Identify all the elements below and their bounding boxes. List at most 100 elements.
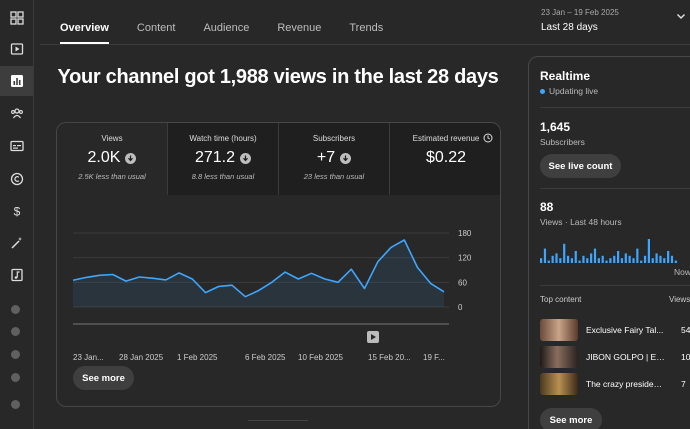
community-icon[interactable] <box>0 98 33 128</box>
nav-dot[interactable] <box>11 400 20 409</box>
see-live-count-button[interactable]: See live count <box>540 154 621 178</box>
tab-overview[interactable]: Overview <box>60 0 109 44</box>
video-title: JIBON GOLPO | Ep... <box>586 352 666 362</box>
realtime-bar <box>655 253 658 263</box>
clock-icon[interactable] <box>483 133 493 143</box>
realtime-bar <box>674 260 677 263</box>
see-more-button[interactable]: See more <box>73 366 134 390</box>
video-views: 54 <box>681 325 690 335</box>
analytics-icon[interactable] <box>0 66 33 96</box>
video-thumbnail[interactable] <box>540 373 578 395</box>
metric-value: 2.0K <box>87 149 121 166</box>
customization-icon[interactable] <box>0 228 33 258</box>
metric-label: Subscribers <box>312 134 356 143</box>
content-icon[interactable] <box>0 34 33 64</box>
realtime-bar <box>555 253 558 263</box>
nav-dot[interactable] <box>11 350 20 359</box>
subtitles-icon[interactable] <box>0 131 33 161</box>
tab-bar: Overview Content Audience Revenue Trends <box>60 0 411 44</box>
tab-divider <box>40 44 690 45</box>
dashboard-icon[interactable] <box>0 3 33 33</box>
nav-dot[interactable] <box>11 373 20 382</box>
tab-trends[interactable]: Trends <box>349 0 383 44</box>
y-tick-label: 60 <box>458 278 467 287</box>
realtime-bar <box>566 255 570 263</box>
video-thumbnail[interactable] <box>540 319 578 341</box>
metric-revenue[interactable]: Estimated revenue $0.22 <box>390 123 500 195</box>
realtime-bar <box>663 258 666 263</box>
scroll-indicator <box>248 420 308 424</box>
metric-comparison: 23 less than usual <box>303 172 365 181</box>
now-label: Now <box>674 267 690 277</box>
divider <box>540 188 690 189</box>
video-thumbnail[interactable] <box>540 346 578 368</box>
arrow-down-icon <box>125 152 137 164</box>
realtime-bar <box>593 248 597 263</box>
realtime-status: Updating live <box>540 86 598 96</box>
views-48h-label: Views · Last 48 hours <box>540 217 622 227</box>
metric-tabs: Views 2.0K 2.5K less than usual Watch ti… <box>57 123 500 195</box>
realtime-bar <box>628 255 631 263</box>
y-tick-label: 0 <box>458 303 463 312</box>
subscriber-count: 1,645 <box>540 120 571 134</box>
earn-icon[interactable]: $ <box>0 196 33 226</box>
realtime-bar <box>543 248 547 263</box>
realtime-bar <box>647 239 650 263</box>
realtime-bar <box>578 260 581 263</box>
realtime-bar <box>632 258 635 263</box>
realtime-bar <box>617 251 620 263</box>
tab-content[interactable]: Content <box>137 0 176 44</box>
metric-value: +7 <box>316 149 336 166</box>
metric-watch-time[interactable]: Watch time (hours) 271.2 8.8 less than u… <box>168 123 279 195</box>
divider <box>540 107 690 108</box>
content-row[interactable]: The crazy president... 7 <box>540 373 690 395</box>
metric-value: 271.2 <box>194 149 236 166</box>
date-range-text: 23 Jan – 19 Feb 2025 <box>541 8 619 17</box>
realtime-bar <box>667 251 670 263</box>
date-range-picker[interactable]: 23 Jan – 19 Feb 2025 Last 28 days <box>541 8 619 33</box>
realtime-bar <box>605 260 608 263</box>
metric-comparison: 8.8 less than usual <box>191 172 255 181</box>
tab-audience[interactable]: Audience <box>203 0 249 44</box>
realtime-bar <box>670 255 674 263</box>
realtime-bar <box>551 255 554 263</box>
realtime-bar <box>620 258 624 263</box>
metric-label: Views <box>101 134 123 143</box>
realtime-title: Realtime <box>540 69 591 83</box>
nav-dot[interactable] <box>11 305 20 314</box>
content-row[interactable]: Exclusive Fairy Tal... 54 <box>540 319 690 341</box>
realtime-bar <box>574 251 577 263</box>
realtime-bar-chart[interactable] <box>529 229 690 265</box>
metric-comparison: 2.5K less than usual <box>78 172 146 181</box>
see-more-button[interactable]: See more <box>540 408 602 429</box>
live-dot-icon <box>540 88 545 94</box>
realtime-bar <box>563 243 566 263</box>
metric-views[interactable]: Views 2.0K 2.5K less than usual <box>57 123 168 195</box>
realtime-bar <box>547 260 550 263</box>
metric-subscribers[interactable]: Subscribers +7 23 less than usual <box>279 123 390 195</box>
realtime-bar <box>651 258 654 263</box>
realtime-bar <box>586 258 589 263</box>
content-row[interactable]: JIBON GOLPO | Ep... 10 <box>540 346 690 368</box>
nav-dot[interactable] <box>11 327 20 336</box>
realtime-card: Realtime Updating live 1,645 Subscribers… <box>528 56 690 429</box>
x-tick-label: 28 Jan 2025 <box>119 353 164 362</box>
copyright-icon[interactable] <box>0 164 33 194</box>
x-tick-label: 10 Feb 2025 <box>298 353 343 362</box>
realtime-bar <box>640 260 643 263</box>
video-title: The crazy president... <box>586 379 666 389</box>
x-tick-label: 23 Jan... <box>73 353 104 362</box>
tab-revenue[interactable]: Revenue <box>277 0 321 44</box>
realtime-bar <box>540 258 543 263</box>
realtime-bar <box>636 248 639 263</box>
x-tick-label: 15 Feb 20... <box>368 353 411 362</box>
metric-label: Watch time (hours) <box>189 134 257 143</box>
audio-library-icon[interactable] <box>0 260 33 290</box>
arrow-down-icon <box>340 152 352 164</box>
realtime-bar <box>613 255 616 263</box>
chevron-down-icon[interactable] <box>675 10 687 22</box>
views-48h-count: 88 <box>540 200 554 214</box>
video-views: 7 <box>681 379 686 389</box>
video-views: 10 <box>681 352 690 362</box>
divider <box>540 285 690 286</box>
